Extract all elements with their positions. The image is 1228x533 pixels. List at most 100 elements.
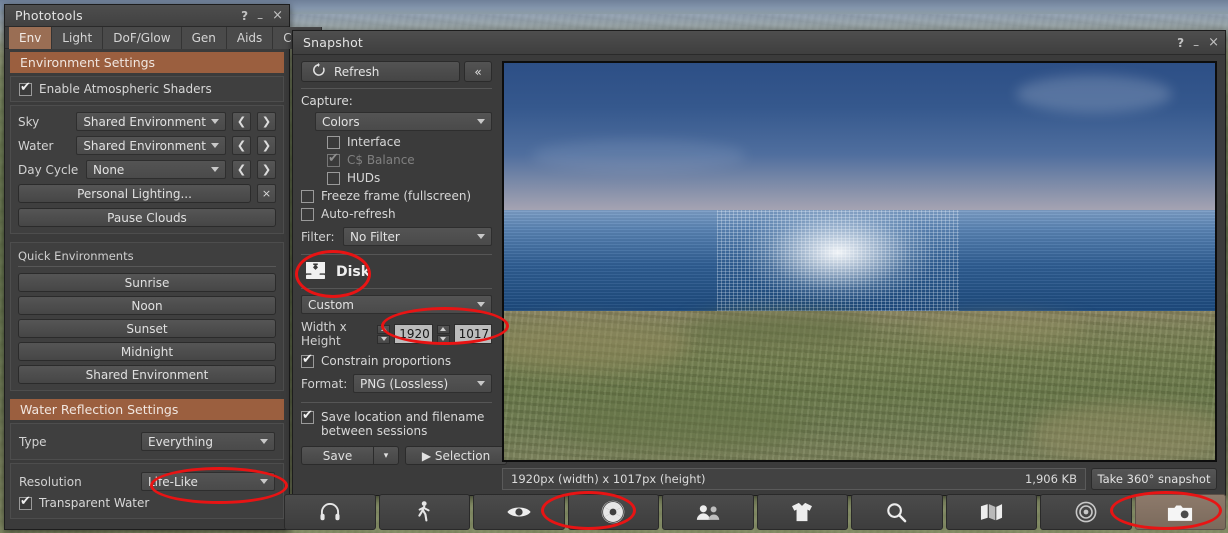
sky-combo[interactable]: Shared Environment xyxy=(76,112,226,131)
water-label: Water xyxy=(18,138,54,153)
format-row: Format: PNG (Lossless) xyxy=(301,374,492,393)
collapse-panel-button[interactable]: « xyxy=(464,61,492,82)
constrain-proportions-checkbox[interactable]: Constrain proportions xyxy=(301,353,492,368)
tab-light[interactable]: Light xyxy=(52,27,104,49)
toolbar-button-map[interactable] xyxy=(945,494,1037,530)
sky-next-button[interactable]: ❯ xyxy=(257,112,276,131)
width-spinner[interactable] xyxy=(377,324,391,344)
filter-combo[interactable]: No Filter xyxy=(343,227,492,246)
toolbar-button-target[interactable] xyxy=(1040,494,1132,530)
tab-aids[interactable]: Aids xyxy=(226,27,274,49)
tab-gen[interactable]: Gen xyxy=(181,27,227,49)
close-icon[interactable]: × xyxy=(1208,36,1219,49)
close-icon[interactable]: × xyxy=(272,9,283,22)
take-360-snapshot-button[interactable]: Take 360° snapshot xyxy=(1091,468,1217,490)
search-icon xyxy=(886,502,907,523)
water-next-button[interactable]: ❯ xyxy=(257,136,276,155)
save-location-checkbox[interactable]: Save location and filename between sessi… xyxy=(301,409,492,438)
toolbar-button-people[interactable] xyxy=(662,494,754,530)
quick-env-sunrise-button[interactable]: Sunrise xyxy=(18,273,276,292)
disk-destination-row[interactable]: Disk xyxy=(305,261,492,283)
chevron-down-icon xyxy=(477,119,485,124)
height-increment-button[interactable] xyxy=(436,324,450,334)
capture-interface-checkbox[interactable]: Interface xyxy=(327,135,492,149)
checkbox-icon xyxy=(327,135,340,149)
width-input[interactable]: 1920 xyxy=(394,324,433,344)
snapshot-filesize-text: 1,906 KB xyxy=(1024,472,1077,486)
help-icon[interactable]: ? xyxy=(241,10,248,22)
minimize-icon[interactable]: – xyxy=(257,12,263,24)
water-value: Shared Environment xyxy=(83,138,206,153)
height-decrement-button[interactable] xyxy=(436,334,450,344)
water-prev-button[interactable]: ❮ xyxy=(232,136,251,155)
preview-sun-glint xyxy=(717,209,960,312)
quick-env-shared-button[interactable]: Shared Environment xyxy=(18,365,276,384)
tab-env[interactable]: Env xyxy=(9,27,53,49)
toolbar-button-headphones[interactable] xyxy=(284,494,376,530)
auto-refresh-checkbox[interactable]: Auto-refresh xyxy=(301,207,492,221)
quick-env-midnight-button[interactable]: Midnight xyxy=(18,342,276,361)
selection-button[interactable]: ▶ Selection xyxy=(405,446,507,465)
water-resolution-combo[interactable]: Life-Like xyxy=(141,472,275,491)
snapshot-preview-image[interactable] xyxy=(502,61,1217,462)
width-increment-button[interactable] xyxy=(377,324,391,334)
disk-save-icon xyxy=(305,261,326,283)
toolbar-button-aperture[interactable] xyxy=(567,494,659,530)
sky-row: Sky Shared Environment ❮ ❯ xyxy=(18,112,276,131)
save-dropdown-button[interactable]: ▾ xyxy=(373,446,399,465)
refresh-button[interactable]: Refresh xyxy=(301,61,460,82)
chevron-down-icon xyxy=(211,119,219,124)
sky-prev-button[interactable]: ❮ xyxy=(232,112,251,131)
water-type-panel: Type Everything xyxy=(10,423,284,460)
toolbar-button-camera[interactable] xyxy=(1134,494,1226,530)
help-icon[interactable]: ? xyxy=(1177,37,1184,49)
toolbar-button-walk[interactable] xyxy=(378,494,470,530)
toolbar-button-shirt[interactable] xyxy=(756,494,848,530)
snapshot-title: Snapshot xyxy=(303,35,364,50)
snapshot-window: Snapshot ? – × Refresh « Capture: Colors… xyxy=(292,30,1226,496)
checkbox-icon xyxy=(301,189,314,203)
capture-combo[interactable]: Colors xyxy=(315,112,492,131)
preset-value: Custom xyxy=(308,297,354,312)
width-decrement-button[interactable] xyxy=(377,334,391,344)
format-combo[interactable]: PNG (Lossless) xyxy=(353,374,492,393)
day-cycle-combo[interactable]: None xyxy=(86,160,226,179)
personal-lighting-close-button[interactable]: × xyxy=(257,184,276,203)
chevron-down-icon xyxy=(211,143,219,148)
water-type-value: Everything xyxy=(148,434,213,449)
minimize-icon[interactable]: – xyxy=(1193,39,1199,51)
preset-combo[interactable]: Custom xyxy=(301,295,492,314)
water-type-combo[interactable]: Everything xyxy=(141,432,275,451)
enable-atmospheric-shaders-checkbox[interactable]: Enable Atmospheric Shaders xyxy=(19,81,275,96)
day-cycle-row: Day Cycle None ❮ ❯ xyxy=(18,160,276,179)
pause-clouds-button[interactable]: Pause Clouds xyxy=(18,208,276,227)
capture-combo-wrap: Colors xyxy=(315,112,492,131)
personal-lighting-button[interactable]: Personal Lighting... xyxy=(18,184,251,203)
snapshot-body: Refresh « Capture: Colors Interface ✔ C$… xyxy=(293,55,1225,496)
quick-env-noon-button[interactable]: Noon xyxy=(18,296,276,315)
height-spinner[interactable] xyxy=(436,324,450,344)
water-type-label: Type xyxy=(19,434,47,449)
capture-huds-checkbox[interactable]: HUDs xyxy=(327,171,492,185)
enable-shaders-panel: Enable Atmospheric Shaders xyxy=(10,76,284,102)
bottom-toolbar xyxy=(284,494,1226,530)
toolbar-button-eye[interactable] xyxy=(473,494,565,530)
day-cycle-prev-button[interactable]: ❮ xyxy=(232,160,251,179)
tab-dof-glow[interactable]: DoF/Glow xyxy=(103,27,182,49)
chevron-down-icon xyxy=(477,234,485,239)
capture-value: Colors xyxy=(322,114,360,129)
checkbox-icon xyxy=(301,207,314,221)
width-height-row: Width x Height 1920 1017 xyxy=(301,320,492,348)
sky-label: Sky xyxy=(18,114,40,129)
water-combo[interactable]: Shared Environment xyxy=(76,136,226,155)
height-input[interactable]: 1017 xyxy=(453,324,492,344)
save-button[interactable]: Save xyxy=(301,446,373,465)
day-cycle-next-button[interactable]: ❯ xyxy=(257,160,276,179)
target-icon xyxy=(1075,501,1097,523)
toolbar-button-search[interactable] xyxy=(851,494,943,530)
freeze-frame-checkbox[interactable]: Freeze frame (fullscreen) xyxy=(301,189,492,203)
quick-env-sunset-button[interactable]: Sunset xyxy=(18,319,276,338)
disk-label: Disk xyxy=(336,264,371,280)
transparent-water-checkbox[interactable]: Transparent Water xyxy=(19,495,275,510)
capture-interface-label: Interface xyxy=(347,135,401,149)
